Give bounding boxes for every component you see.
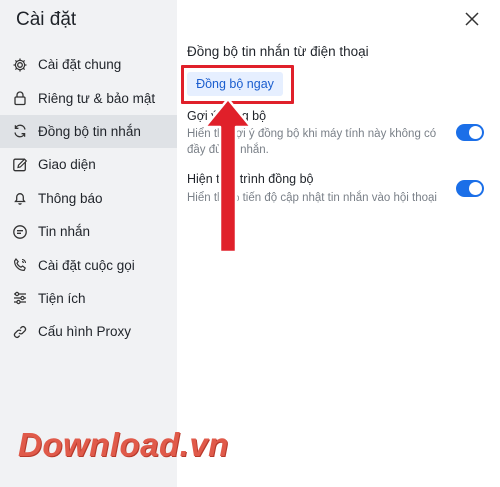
- sync-progress-toggle[interactable]: [456, 180, 484, 197]
- sidebar-item-label: Thông báo: [38, 190, 103, 206]
- settings-menu: Cài đặt chung Riêng tư & bảo mật Đồng bộ…: [0, 48, 177, 349]
- sliders-icon: [12, 290, 28, 306]
- bell-icon: [12, 190, 28, 206]
- sidebar-item-messages[interactable]: Tin nhắn: [0, 215, 177, 248]
- sidebar-item-label: Đồng bộ tin nhắn: [38, 123, 141, 139]
- sync-progress-desc: Hiển thị % tiến độ cập nhật tin nhắn vào…: [187, 192, 437, 204]
- sidebar-item-label: Cài đặt chung: [38, 57, 122, 73]
- phone-icon: [12, 257, 28, 273]
- sidebar-item-utilities[interactable]: Tiện ích: [0, 282, 177, 315]
- link-icon: [12, 324, 28, 340]
- sidebar-item-label: Tiện ích: [38, 290, 86, 306]
- sync-suggestion-title: Gợi ý đồng bộ: [187, 109, 267, 123]
- sidebar-item-label: Cài đặt cuộc gọi: [38, 257, 135, 273]
- sync-icon: [12, 123, 28, 139]
- sidebar-item-label: Cấu hình Proxy: [38, 324, 132, 340]
- sidebar-item-label: Tin nhắn: [38, 224, 91, 240]
- sidebar-item-privacy[interactable]: Riêng tư & bảo mật: [0, 81, 177, 114]
- sidebar-item-proxy[interactable]: Cấu hình Proxy: [0, 315, 177, 348]
- sidebar-item-appearance[interactable]: Giao diện: [0, 148, 177, 181]
- sidebar-title: Cài đặt: [16, 9, 77, 30]
- section-title: Đồng bộ tin nhắn từ điện thoại: [187, 44, 369, 59]
- sidebar-item-general[interactable]: Cài đặt chung: [0, 48, 177, 81]
- gear-icon: [12, 57, 28, 73]
- sync-suggestion-desc-line2: đầy đủ tin nhắn.: [187, 144, 269, 156]
- sidebar-item-label: Giao diện: [38, 157, 96, 173]
- lock-icon: [12, 90, 28, 106]
- sidebar-item-label: Riêng tư & bảo mật: [38, 90, 156, 106]
- watermark: Download.vn: [18, 426, 229, 463]
- settings-sidebar: Cài đặt Cài đặt chung Riêng tư & bảo mật…: [0, 0, 177, 487]
- edit-icon: [12, 157, 28, 173]
- message-icon: [12, 224, 28, 240]
- sync-suggestion-toggle[interactable]: [456, 124, 484, 141]
- highlight-box: [181, 65, 294, 104]
- sync-progress-title: Hiện tiến trình đồng bộ: [187, 172, 314, 186]
- sidebar-item-notifications[interactable]: Thông báo: [0, 182, 177, 215]
- sync-suggestion-desc-line1: Hiển thị gợi ý đồng bộ khi máy tính này …: [187, 128, 437, 140]
- sidebar-item-call-settings[interactable]: Cài đặt cuộc gọi: [0, 248, 177, 281]
- sidebar-item-sync[interactable]: Đồng bộ tin nhắn: [0, 114, 177, 149]
- sync-settings-panel: Đồng bộ tin nhắn từ điện thoại Đồng bộ n…: [177, 0, 500, 487]
